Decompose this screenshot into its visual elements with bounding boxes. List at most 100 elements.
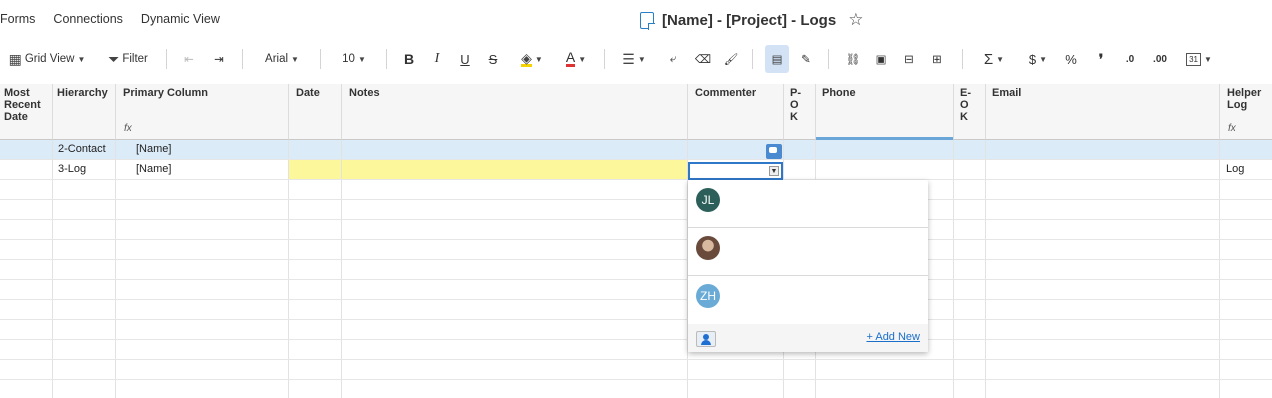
insert-row-icon[interactable]: ⊟ bbox=[900, 45, 918, 73]
font-size-value: 10 bbox=[342, 53, 355, 65]
grid-view-button[interactable]: ▦ Grid View ▼ bbox=[4, 45, 90, 73]
column-header-phone[interactable]: Phone bbox=[816, 84, 954, 140]
indent-icon[interactable]: ⇥ bbox=[210, 45, 228, 73]
dropdown-footer: + Add New bbox=[688, 324, 928, 352]
underline-button[interactable]: U bbox=[456, 45, 474, 73]
decrease-decimal-button[interactable]: .0 bbox=[1120, 45, 1140, 73]
header-label: Helper Log bbox=[1227, 87, 1262, 111]
comma-button[interactable]: ❜ bbox=[1092, 45, 1110, 73]
top-nav: Forms Connections Dynamic View bbox=[0, 12, 220, 28]
divider bbox=[962, 49, 963, 69]
eraser-icon[interactable]: ⌫ bbox=[694, 45, 712, 73]
divider bbox=[166, 49, 167, 69]
comment-icon[interactable] bbox=[766, 144, 782, 159]
chevron-down-icon: ▼ bbox=[637, 54, 646, 64]
outdent-icon[interactable]: ⇤ bbox=[180, 45, 198, 73]
format-painter-icon[interactable]: 🖌 bbox=[722, 45, 740, 73]
grid-icon: ▦ bbox=[8, 50, 22, 67]
image-icon[interactable]: ▣ bbox=[872, 45, 890, 73]
chevron-down-icon: ▼ bbox=[996, 54, 1005, 64]
formula-icon: fx bbox=[1228, 123, 1236, 134]
column-icon[interactable]: ⊞ bbox=[928, 45, 946, 73]
row-divider bbox=[0, 179, 1272, 180]
highlighter-icon[interactable]: ✎ bbox=[797, 45, 815, 73]
bold-button[interactable]: B bbox=[400, 45, 418, 73]
nav-dynamic-view[interactable]: Dynamic View bbox=[141, 12, 220, 28]
chevron-down-icon: ▼ bbox=[77, 54, 86, 64]
divider bbox=[604, 49, 605, 69]
avatar: JL bbox=[696, 188, 720, 212]
wrap-text-icon[interactable]: ⤶ bbox=[664, 45, 682, 73]
row-divider bbox=[0, 319, 1272, 320]
cell-primary[interactable]: [Name] bbox=[136, 159, 171, 179]
sum-icon: Σ bbox=[983, 50, 994, 68]
table-row[interactable] bbox=[0, 140, 1272, 160]
formula-icon: fx bbox=[124, 123, 132, 134]
italic-button[interactable]: I bbox=[428, 45, 446, 73]
contact-option[interactable]: ZH bbox=[688, 276, 928, 324]
row-divider bbox=[0, 259, 1272, 260]
grid-view-label: Grid View bbox=[24, 53, 75, 65]
font-size-select[interactable]: 10 ▼ bbox=[336, 45, 372, 73]
sheet-title: [Name] - [Project] - Logs bbox=[662, 11, 837, 29]
column-header-p-ok[interactable]: P-OK bbox=[784, 84, 816, 140]
person-icon[interactable] bbox=[696, 331, 716, 347]
column-header-helper-log[interactable]: Helper Log fx bbox=[1220, 84, 1272, 140]
cell-helper-log[interactable]: Log bbox=[1226, 159, 1244, 179]
header-label: Notes bbox=[349, 87, 380, 99]
filter-button[interactable]: ⏷ Filter bbox=[104, 45, 152, 73]
row-divider bbox=[0, 299, 1272, 300]
strikethrough-button[interactable]: S bbox=[484, 45, 502, 73]
fill-color-button[interactable]: ◈ ▼ bbox=[514, 45, 550, 73]
header-label: Date bbox=[296, 87, 320, 99]
column-header-most-recent-date[interactable]: Most Recent Date bbox=[0, 84, 53, 140]
column-header-date[interactable]: Date bbox=[289, 84, 342, 140]
column-header-commenter[interactable]: Commenter bbox=[688, 84, 784, 140]
chevron-down-icon: ▼ bbox=[357, 54, 366, 64]
contact-option[interactable] bbox=[688, 228, 928, 276]
dropdown-arrow-icon[interactable]: ▼ bbox=[769, 166, 779, 176]
text-color-icon: A bbox=[565, 49, 576, 67]
add-new-link[interactable]: + Add New bbox=[866, 331, 920, 343]
percent-button[interactable]: % bbox=[1062, 45, 1080, 73]
column-header-primary[interactable]: Primary Column fx bbox=[116, 84, 289, 140]
row-divider bbox=[0, 279, 1272, 280]
nav-forms[interactable]: Forms bbox=[0, 12, 35, 28]
cell-hierarchy[interactable]: 3-Log bbox=[58, 159, 86, 179]
commenter-cell-editor[interactable]: ▼ bbox=[688, 162, 783, 180]
column-header-email[interactable]: Email bbox=[986, 84, 1220, 140]
cell-hierarchy[interactable]: 2-Contact bbox=[58, 139, 106, 159]
currency-button[interactable]: $ ▼ bbox=[1020, 45, 1056, 73]
font-select[interactable]: Arial ▼ bbox=[258, 45, 306, 73]
highlight-changes-icon[interactable]: ▤ bbox=[765, 45, 789, 73]
align-button[interactable]: ☰ ▼ bbox=[616, 45, 652, 73]
star-icon[interactable]: ☆ bbox=[848, 10, 863, 30]
header-label: Phone bbox=[822, 87, 856, 99]
row-divider bbox=[0, 339, 1272, 340]
divider bbox=[242, 49, 243, 69]
divider bbox=[752, 49, 753, 69]
sheet-grid: Most Recent Date Hierarchy Primary Colum… bbox=[0, 84, 1272, 398]
nav-connections[interactable]: Connections bbox=[53, 12, 123, 28]
avatar bbox=[696, 236, 720, 260]
text-color-button[interactable]: A ▼ bbox=[558, 45, 594, 73]
contact-option[interactable]: JL bbox=[688, 180, 928, 228]
link-icon[interactable]: ⛓ bbox=[844, 45, 862, 73]
divider bbox=[386, 49, 387, 69]
column-header-e-ok[interactable]: E-OK bbox=[954, 84, 986, 140]
currency-icon: $ bbox=[1028, 51, 1037, 67]
row-divider bbox=[0, 159, 1272, 160]
header-label: Email bbox=[992, 87, 1022, 99]
increase-decimal-button[interactable]: .00 bbox=[1148, 45, 1172, 73]
column-header-hierarchy[interactable]: Hierarchy bbox=[53, 84, 116, 140]
avatar: ZH bbox=[696, 284, 720, 308]
divider bbox=[828, 49, 829, 69]
paint-bucket-icon: ◈ bbox=[521, 49, 532, 67]
cell-primary[interactable]: [Name] bbox=[136, 139, 171, 159]
column-header-notes[interactable]: Notes bbox=[342, 84, 688, 140]
chevron-down-icon: ▼ bbox=[534, 54, 543, 64]
align-left-icon: ☰ bbox=[622, 50, 635, 67]
date-format-button[interactable]: 31 ▼ bbox=[1182, 45, 1216, 73]
header-label: Primary Column bbox=[123, 87, 208, 99]
sum-button[interactable]: Σ ▼ bbox=[976, 45, 1012, 73]
